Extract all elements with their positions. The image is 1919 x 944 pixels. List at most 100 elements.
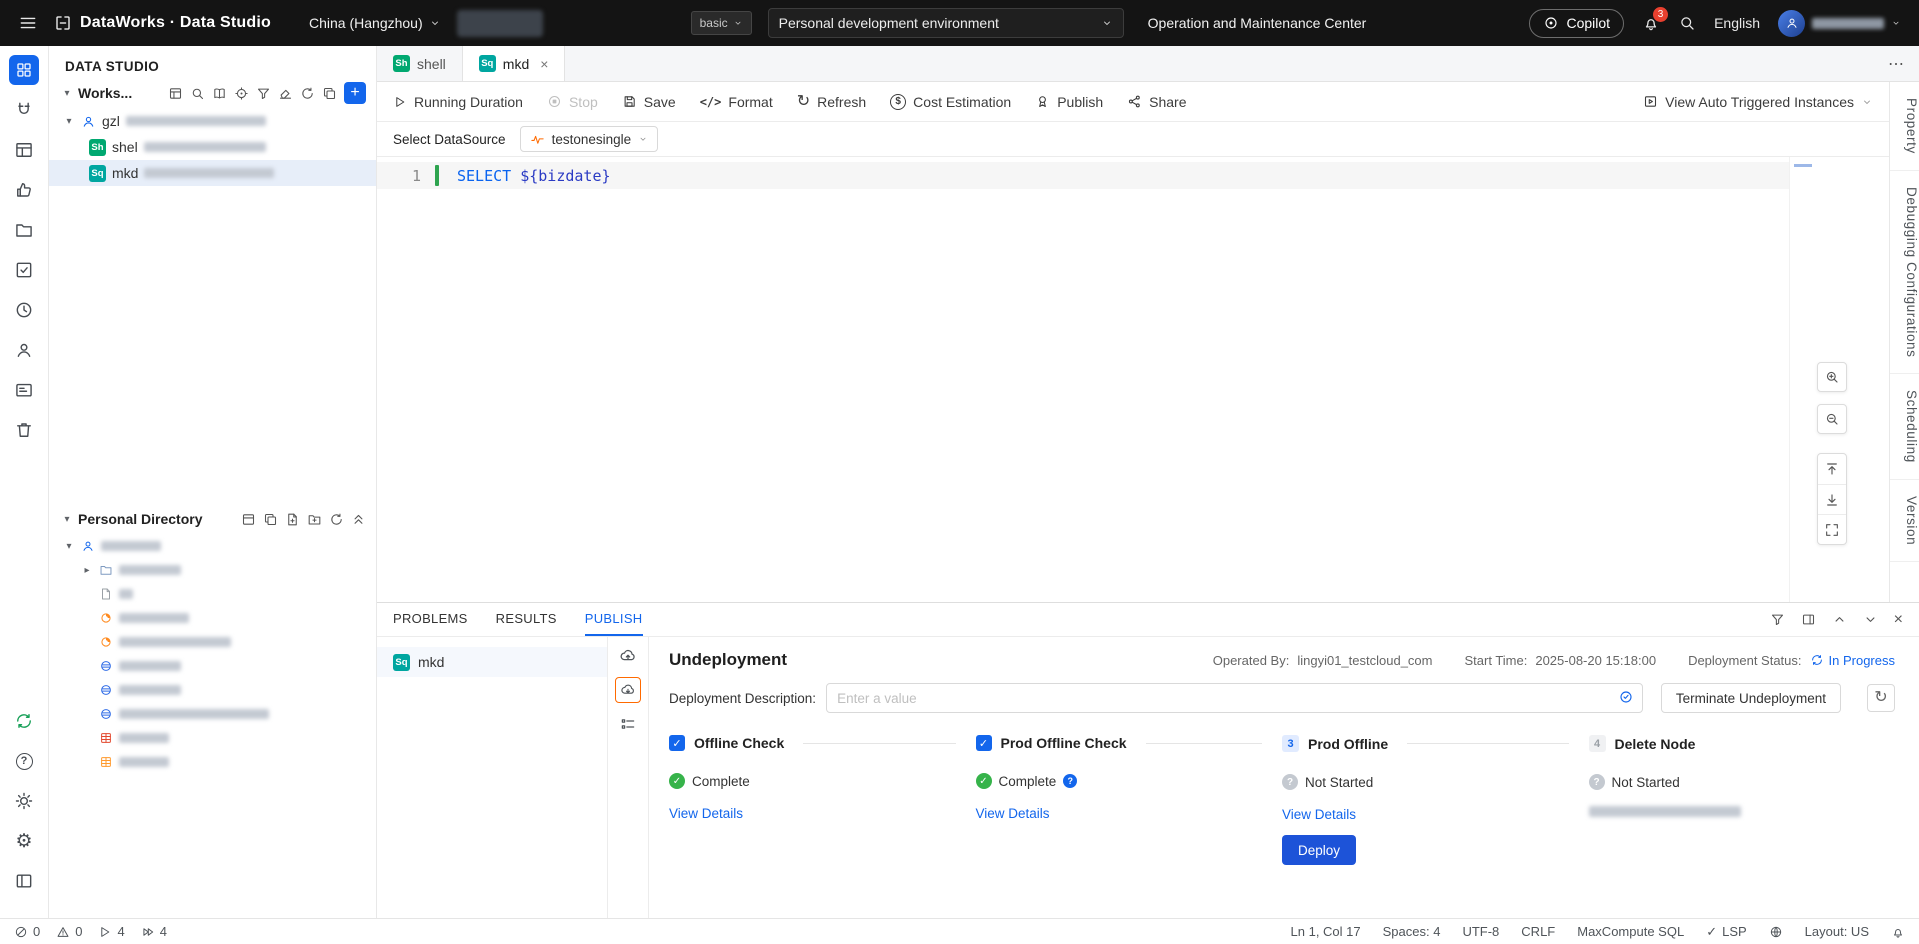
datasource-select[interactable]: testonesingle: [519, 126, 659, 152]
publish-button[interactable]: Publish: [1035, 94, 1103, 110]
lsp-status[interactable]: ✓ LSP: [1706, 924, 1746, 940]
folder-icon[interactable]: [9, 215, 39, 245]
more-tabs-button[interactable]: ⋯: [1874, 46, 1919, 81]
create-node-button[interactable]: +: [344, 82, 366, 104]
scroll-top-button[interactable]: [1818, 454, 1846, 484]
view-details-link[interactable]: View Details: [1282, 807, 1356, 822]
refresh-button[interactable]: ↻ Refresh: [797, 93, 866, 110]
language-mode[interactable]: MaxCompute SQL: [1577, 924, 1684, 939]
tab-version[interactable]: Version: [1890, 480, 1919, 563]
workspace-name-redacted[interactable]: [456, 9, 543, 37]
data-integration-icon[interactable]: [9, 95, 39, 125]
filter-icon[interactable]: [256, 86, 271, 101]
personal-node[interactable]: ▾: [49, 534, 376, 558]
personal-node[interactable]: [49, 678, 376, 702]
scroll-bottom-button[interactable]: [1818, 484, 1846, 514]
tree-node-mkd[interactable]: Sq mkd: [49, 160, 376, 186]
personal-node[interactable]: [49, 654, 376, 678]
personal-node[interactable]: [49, 702, 376, 726]
settings-icon[interactable]: ⚙: [9, 826, 39, 856]
tree-node-gzl[interactable]: ▾ gzl: [49, 108, 376, 134]
tab-scheduling[interactable]: Scheduling: [1890, 374, 1919, 481]
theme-icon[interactable]: [9, 786, 39, 816]
refresh-icon[interactable]: [329, 512, 344, 527]
indentation[interactable]: Spaces: 4: [1383, 924, 1441, 939]
view-auto-triggered-instances[interactable]: View Auto Triggered Instances: [1643, 94, 1873, 110]
om-center-link[interactable]: Operation and Maintenance Center: [1148, 15, 1367, 31]
catalog-icon[interactable]: [212, 86, 227, 101]
menu-icon[interactable]: [18, 13, 38, 33]
stop-button[interactable]: Stop: [547, 94, 598, 110]
description-input[interactable]: [826, 683, 1643, 713]
personal-node[interactable]: [49, 582, 376, 606]
filter-icon[interactable]: [1770, 612, 1785, 627]
workspace-section-header[interactable]: ▾ Works... +: [49, 78, 376, 108]
data-studio-icon[interactable]: [9, 55, 39, 85]
trash-icon[interactable]: [9, 415, 39, 445]
locate-icon[interactable]: [234, 86, 249, 101]
deploy-upload-icon[interactable]: [619, 647, 637, 665]
close-icon[interactable]: ×: [540, 56, 548, 72]
code-editor[interactable]: 1 SELECT ${bizdate}: [377, 157, 1889, 602]
region-select[interactable]: China (Hangzhou): [309, 15, 441, 31]
sync-icon[interactable]: [9, 706, 39, 736]
errors-counter[interactable]: 0: [14, 924, 40, 939]
personal-node[interactable]: [49, 750, 376, 774]
brand[interactable]: DataWorks · Data Studio: [54, 14, 271, 32]
step-checkbox-checked[interactable]: ✓: [975, 735, 992, 751]
personal-node[interactable]: [49, 630, 376, 654]
globe-icon[interactable]: [1769, 925, 1783, 939]
history-icon[interactable]: [9, 295, 39, 325]
cursor-position[interactable]: Ln 1, Col 17: [1291, 924, 1361, 939]
tree-node-shel[interactable]: Sh shel: [49, 134, 376, 160]
view-details-link[interactable]: View Details: [976, 806, 1050, 821]
personal-node[interactable]: [49, 726, 376, 750]
tab-results[interactable]: RESULTS: [496, 603, 557, 636]
running-duration-button[interactable]: Running Duration: [393, 94, 523, 110]
collapse-all-icon[interactable]: [351, 512, 366, 527]
copilot-button[interactable]: Copilot: [1529, 8, 1625, 38]
tab-debugging-configurations[interactable]: Debugging Configurations: [1890, 171, 1919, 375]
detail-list-icon[interactable]: [619, 715, 637, 733]
chevron-down-icon[interactable]: [1863, 612, 1878, 627]
tab-shell[interactable]: Sh shell: [377, 46, 463, 81]
step-checkbox-checked[interactable]: ✓: [669, 735, 685, 751]
refresh-deployment-button[interactable]: ↻: [1867, 684, 1895, 712]
deploy-counter[interactable]: 4: [141, 924, 167, 939]
personal-node[interactable]: ▸: [49, 558, 376, 582]
new-file-icon[interactable]: [285, 512, 300, 527]
environment-select[interactable]: Personal development environment: [767, 8, 1124, 38]
search-icon[interactable]: [190, 86, 205, 101]
minimap[interactable]: [1789, 157, 1819, 602]
new-folder-icon[interactable]: [307, 512, 322, 527]
caret-down-icon[interactable]: ▾: [63, 116, 75, 127]
zoom-out-button[interactable]: [1817, 404, 1847, 434]
personal-node[interactable]: [49, 606, 376, 630]
approval-icon[interactable]: [9, 175, 39, 205]
view-details-link[interactable]: View Details: [669, 806, 743, 821]
warnings-counter[interactable]: 0: [56, 924, 82, 939]
deploy-button[interactable]: Deploy: [1282, 835, 1357, 865]
terminate-undeployment-button[interactable]: Terminate Undeployment: [1660, 683, 1841, 713]
layout-icon[interactable]: [9, 866, 39, 896]
format-button[interactable]: </> Format: [700, 94, 773, 110]
run-counter[interactable]: 4: [98, 924, 125, 939]
publish-node-mkd[interactable]: Sq mkd: [377, 647, 607, 677]
refresh-icon[interactable]: [300, 86, 315, 101]
explore-icon[interactable]: [1678, 14, 1696, 32]
close-panel-icon[interactable]: ×: [1894, 611, 1903, 629]
ai-generate-icon[interactable]: [1618, 689, 1634, 705]
resource-card-icon[interactable]: [9, 375, 39, 405]
panel-layout-icon[interactable]: [1801, 612, 1816, 627]
help-icon[interactable]: ?: [9, 746, 39, 776]
language-switcher[interactable]: English: [1714, 15, 1760, 31]
account-menu[interactable]: [1778, 9, 1901, 37]
save-button[interactable]: Save: [622, 94, 676, 110]
board-icon[interactable]: [168, 86, 183, 101]
tab-publish[interactable]: PUBLISH: [584, 603, 643, 636]
keyboard-layout[interactable]: Layout: US: [1805, 924, 1869, 939]
mode-select[interactable]: basic: [690, 11, 752, 35]
new-board-icon[interactable]: [241, 512, 256, 527]
undeploy-download-icon[interactable]: [615, 677, 641, 703]
encoding[interactable]: UTF-8: [1462, 924, 1499, 939]
